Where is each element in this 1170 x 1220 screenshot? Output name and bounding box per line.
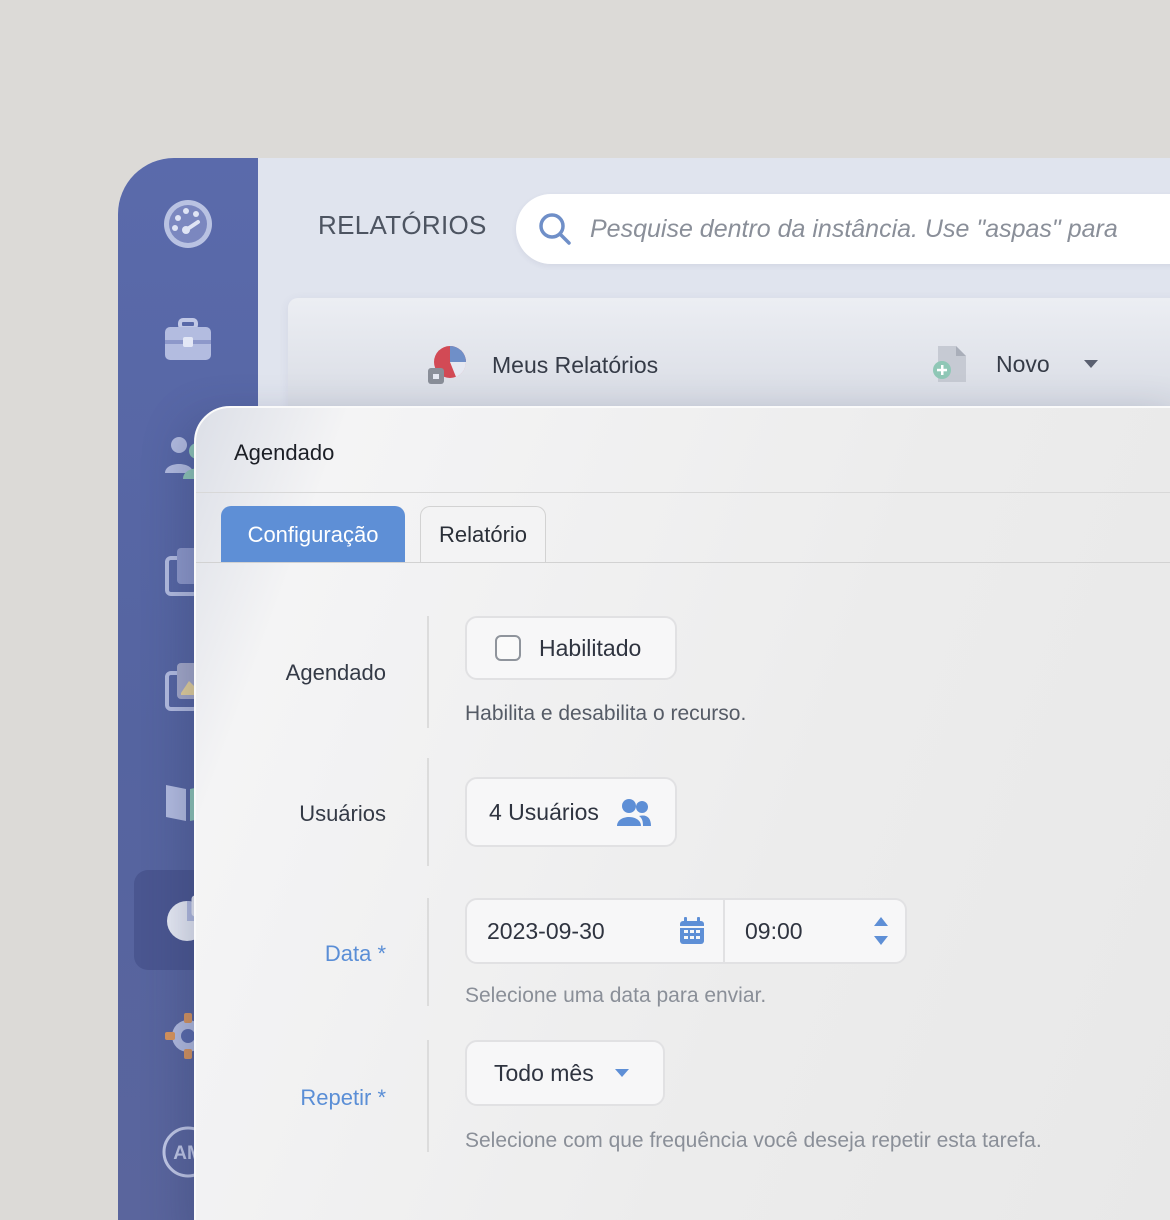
required-mark: *: [377, 941, 386, 966]
checkbox-box[interactable]: [495, 635, 521, 661]
repeat-label-text: Repetir: [300, 1085, 372, 1110]
enabled-label: Habilitado: [539, 634, 642, 661]
spinner-arrows-icon[interactable]: [873, 916, 889, 946]
time-value: 09:00: [745, 917, 803, 944]
new-label: Novo: [996, 350, 1050, 377]
search-icon: [539, 213, 571, 245]
divider: [427, 616, 429, 728]
users-button[interactable]: 4 Usuários: [465, 777, 677, 847]
my-reports-label: Meus Relatórios: [492, 351, 659, 378]
date-time-picker: 2023-09-30 09:00: [465, 898, 907, 964]
repeat-help: Selecione com que frequência você deseja…: [465, 1129, 1042, 1152]
date-help: Selecione uma data para enviar.: [465, 984, 767, 1007]
sidebar-item-dashboard[interactable]: [118, 184, 258, 264]
dashboard-gauge-icon: [164, 200, 212, 248]
schedule-dialog: Agendado Configuração Relatório Agendado…: [194, 406, 1170, 1220]
my-reports-button[interactable]: Meus Relatórios: [426, 344, 658, 386]
page-title: RELATÓRIOS: [318, 210, 487, 240]
enabled-checkbox[interactable]: Habilitado: [465, 616, 677, 680]
repeat-label: Repetir *: [300, 1085, 386, 1111]
briefcase-icon: [165, 318, 211, 360]
new-document-icon: [933, 346, 966, 382]
search-input[interactable]: Pesquise dentro da instância. Use "aspas…: [590, 215, 1118, 244]
users-icon: [616, 799, 651, 826]
chevron-down-icon: [1083, 360, 1098, 368]
divider: [196, 492, 1170, 493]
divider: [427, 758, 429, 866]
search-bar[interactable]: Pesquise dentro da instância. Use "aspas…: [516, 194, 1170, 264]
divider: [427, 1040, 429, 1152]
date-label: Data *: [325, 941, 386, 967]
date-input[interactable]: 2023-09-30: [467, 900, 723, 962]
tab-relatorio[interactable]: Relatório: [420, 506, 546, 563]
date-label-text: Data: [324, 941, 372, 966]
scheduled-label: Agendado: [285, 660, 386, 685]
dialog-title: Agendado: [234, 440, 335, 465]
date-value: 2023-09-30: [487, 917, 605, 944]
scheduled-help: Habilita e desabilita o recurso.: [465, 702, 747, 725]
required-mark: *: [377, 1085, 386, 1110]
users-label: Usuários: [299, 801, 386, 826]
calendar-icon: [680, 917, 704, 944]
reports-pie-icon: [428, 346, 467, 384]
divider: [196, 562, 1170, 563]
new-report-dropdown[interactable]: Novo: [932, 344, 1098, 384]
chevron-down-icon: [614, 1069, 629, 1077]
sidebar-item-cases[interactable]: [118, 301, 258, 381]
time-input[interactable]: 09:00: [725, 900, 905, 962]
repeat-value: Todo mês: [494, 1059, 594, 1086]
repeat-select[interactable]: Todo mês: [465, 1040, 665, 1106]
users-count: 4 Usuários: [489, 798, 599, 825]
divider: [427, 898, 429, 1006]
tab-configuracao[interactable]: Configuração: [221, 506, 405, 563]
